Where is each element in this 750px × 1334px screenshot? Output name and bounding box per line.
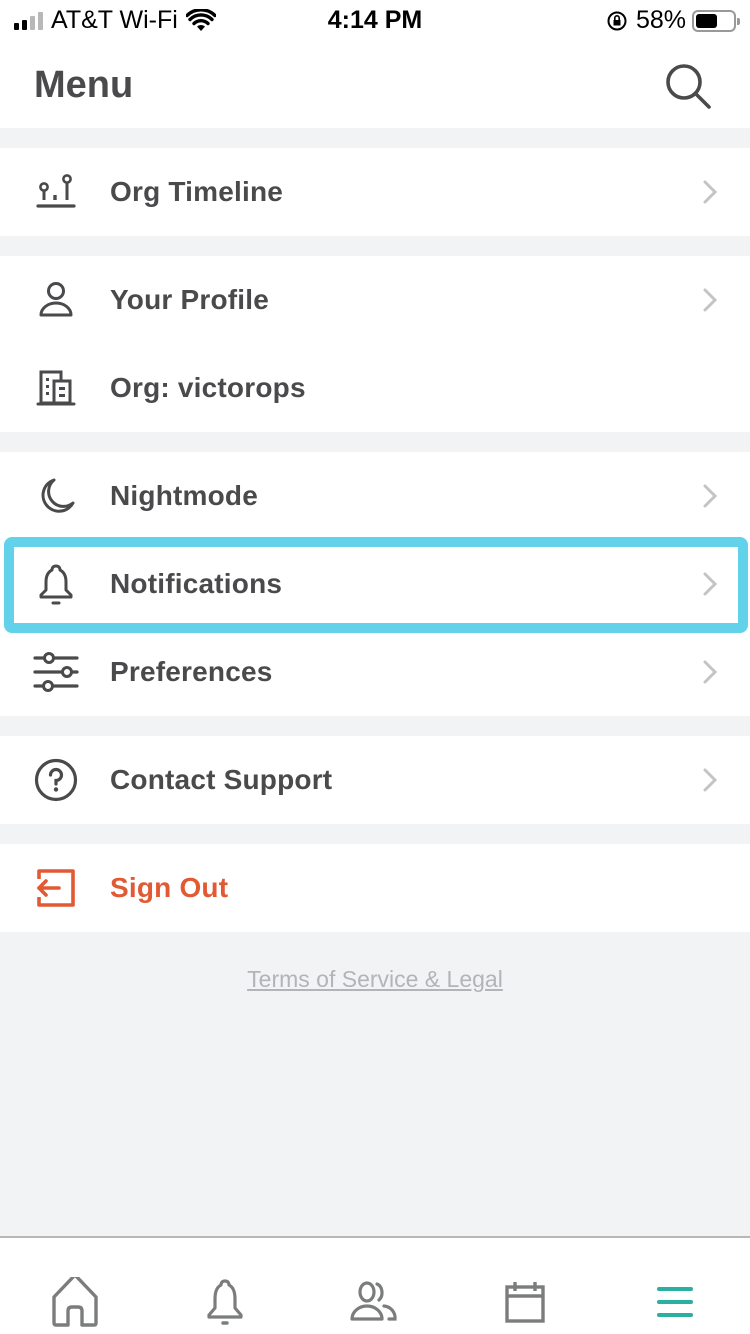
sliders-icon [32, 650, 80, 694]
help-circle-icon [32, 758, 80, 802]
bell-icon [207, 1279, 243, 1325]
menu-group-account: Your Profile Org: victorops [0, 256, 750, 432]
menu-item-label: Contact Support [110, 764, 333, 795]
chevron-right-icon [703, 288, 718, 312]
tab-schedule[interactable] [497, 1274, 553, 1330]
chevron-right-icon [703, 660, 718, 684]
menu-item-label: Notifications [110, 568, 283, 599]
menu-item-sign-out[interactable]: Sign Out [0, 844, 750, 932]
menu-item-label: Org Timeline [110, 176, 284, 207]
chevron-right-icon [703, 572, 718, 596]
sign-out-icon [32, 866, 80, 910]
moon-icon [32, 474, 80, 518]
menu-item-label: Your Profile [110, 284, 270, 315]
timeline-icon [32, 170, 80, 214]
status-bar: AT&T Wi-Fi 4:14 PM 58% [0, 0, 750, 42]
menu-item-contact-support[interactable]: Contact Support [0, 736, 750, 824]
menu-item-org[interactable]: Org: victorops [0, 344, 750, 432]
menu-group-timeline: Org Timeline [0, 148, 750, 236]
chevron-right-icon [703, 484, 718, 508]
header: Menu [0, 42, 750, 128]
tab-bar [0, 1236, 750, 1334]
terms-link[interactable]: Terms of Service & Legal [0, 966, 750, 993]
search-icon[interactable] [662, 60, 714, 112]
menu-item-label: Sign Out [110, 872, 229, 903]
chevron-right-icon [703, 768, 718, 792]
bell-icon [32, 562, 80, 606]
menu-group-support: Contact Support [0, 736, 750, 824]
home-icon [52, 1277, 98, 1327]
building-icon [32, 366, 80, 410]
tab-alerts[interactable] [197, 1274, 253, 1330]
tab-menu[interactable] [647, 1274, 703, 1330]
battery-percent: 58% [635, 6, 686, 34]
menu-item-label: Org: victorops [110, 372, 306, 403]
menu-item-your-profile[interactable]: Your Profile [0, 256, 750, 344]
menu-item-label: Preferences [110, 656, 273, 687]
battery-icon [692, 9, 740, 32]
page-title: Menu [34, 64, 134, 106]
people-icon [350, 1281, 397, 1321]
menu-item-nightmode[interactable]: Nightmode [0, 452, 750, 540]
hamburger-icon [657, 1287, 693, 1317]
orientation-lock-icon [607, 11, 627, 30]
menu-item-org-timeline[interactable]: Org Timeline [0, 148, 750, 236]
menu-item-label: Nightmode [110, 480, 259, 511]
person-icon [32, 278, 80, 322]
menu-item-notifications[interactable]: Notifications [0, 540, 750, 628]
tab-people[interactable] [347, 1274, 403, 1330]
chevron-right-icon [703, 180, 718, 204]
calendar-icon [505, 1282, 545, 1323]
menu-group-settings: Nightmode Notifications Preferences [0, 452, 750, 716]
tab-home[interactable] [47, 1274, 103, 1330]
menu-item-preferences[interactable]: Preferences [0, 628, 750, 716]
menu-group-signout: Sign Out [0, 844, 750, 932]
